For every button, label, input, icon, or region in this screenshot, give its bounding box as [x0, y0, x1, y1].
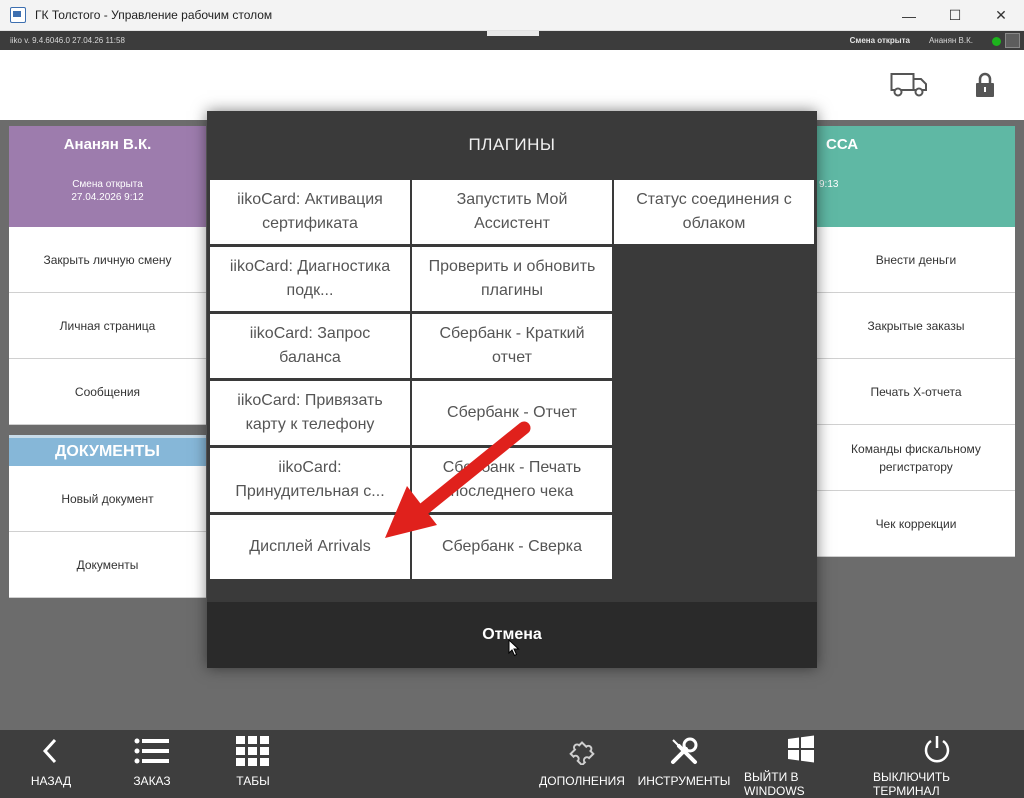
tools-icon: [671, 737, 698, 764]
header: [0, 50, 1024, 120]
puzzle-icon: [569, 741, 595, 765]
app-version: iiko v. 9.4.6046.0 27.04.26 11:58: [10, 36, 125, 45]
plugin-button[interactable]: Сбербанк - Печать последнего чека: [412, 448, 612, 512]
shutdown-label: ВЫКЛЮЧИТЬ ТЕРМИНАЛ: [873, 770, 951, 798]
print-x-report-button[interactable]: Печать X-отчета: [817, 359, 1015, 425]
tools-label: ИНСТРУМЕНТЫ: [637, 774, 731, 788]
close-shift-button[interactable]: Закрыть личную смену: [9, 227, 206, 293]
maximize-button[interactable]: ☐: [932, 0, 978, 31]
addons-label: ДОПОЛНЕНИЯ: [539, 774, 625, 788]
left-column: Ананян В.К. Смена открыта 27.04.2026 9:1…: [9, 126, 206, 598]
fiscal-commands-button[interactable]: Команды фискальному регистратору: [817, 425, 1015, 491]
app-icon: [10, 7, 26, 23]
personal-page-button[interactable]: Личная страница: [9, 293, 206, 359]
user-shift-date: 27.04.2026 9:12: [71, 192, 144, 203]
power-icon: [924, 736, 950, 763]
close-button[interactable]: ✕: [978, 0, 1024, 31]
online-indicator-icon: [992, 37, 1001, 46]
tools-button[interactable]: ИНСТРУМЕНТЫ: [638, 730, 730, 798]
addons-button[interactable]: ДОПОЛНЕНИЯ: [539, 730, 625, 798]
bottom-toolbar: НАЗАД ЗАКАЗ ТАБЫ ДОПОЛНЕНИЯ ИНСТРУМЕНТЫ: [0, 730, 1024, 798]
chevron-left-icon: [42, 738, 57, 764]
exit-windows-label: ВЫЙТИ В WINDOWS: [744, 770, 805, 798]
back-label: НАЗАД: [30, 774, 72, 788]
window-title: ГК Толстого - Управление рабочим столом: [35, 8, 273, 22]
cash-card: ССА 9:13: [817, 126, 1015, 227]
window-titlebar: ГК Толстого - Управление рабочим столом …: [0, 0, 1024, 31]
lock-icon[interactable]: [975, 72, 995, 98]
mouse-cursor-icon: [508, 639, 520, 657]
user-card: Ананян В.К. Смена открыта 27.04.2026 9:1…: [9, 126, 206, 227]
plugin-button[interactable]: Сбербанк - Сверка: [412, 515, 612, 579]
plugin-button[interactable]: Сбербанк - Краткий отчет: [412, 314, 612, 378]
plugin-button[interactable]: iikoCard: Диагностика подк...: [210, 247, 410, 311]
plugin-button[interactable]: iikoCard: Принудительная с...: [210, 448, 410, 512]
order-label: ЗАКАЗ: [133, 774, 171, 788]
list-icon: [134, 738, 169, 764]
plugin-button[interactable]: iikoCard: Запрос баланса: [210, 314, 410, 378]
plugin-button[interactable]: iikoCard: Активация сертификата: [210, 180, 410, 244]
order-button[interactable]: ЗАКАЗ: [128, 730, 176, 798]
plugin-button[interactable]: Запустить Мой Ассистент: [412, 180, 612, 244]
plugin-button[interactable]: Сбербанк - Отчет: [412, 381, 612, 445]
shutdown-button[interactable]: ВЫКЛЮЧИТЬ ТЕРМИНАЛ: [873, 730, 1001, 798]
cash-title: ССА: [826, 136, 859, 153]
tabs-button[interactable]: ТАБЫ: [234, 730, 272, 798]
right-column: ССА 9:13 Внести деньги Закрытые заказы П…: [817, 126, 1015, 557]
deposit-money-button[interactable]: Внести деньги: [817, 227, 1015, 293]
header-notch: [487, 31, 539, 36]
tabs-label: ТАБЫ: [236, 774, 270, 788]
status-strip: iiko v. 9.4.6046.0 27.04.26 11:58 Смена …: [0, 31, 1024, 50]
cancel-button[interactable]: Отмена: [207, 602, 817, 668]
shift-status: Смена открыта: [849, 36, 910, 45]
exit-windows-button[interactable]: ВЫЙТИ В WINDOWS: [744, 730, 858, 798]
closed-orders-button[interactable]: Закрытые заказы: [817, 293, 1015, 359]
messages-button[interactable]: Сообщения: [9, 359, 206, 425]
plugin-button[interactable]: Проверить и обновить плагины: [412, 247, 612, 311]
plugins-dialog: ПЛАГИНЫ iikoCard: Активация сертификата …: [207, 111, 817, 668]
minimize-button[interactable]: —: [886, 0, 932, 31]
delivery-truck-icon[interactable]: [890, 72, 928, 98]
current-user: Ананян В.К.: [928, 36, 973, 45]
plugin-button[interactable]: Статус соединения с облаком: [614, 180, 814, 244]
grid-icon: [236, 736, 269, 766]
back-button[interactable]: НАЗАД: [28, 730, 74, 798]
windows-icon: [788, 735, 814, 763]
new-document-button[interactable]: Новый документ: [9, 466, 206, 532]
user-name: Ананян В.К.: [63, 136, 152, 153]
dialog-title: ПЛАГИНЫ: [468, 135, 556, 154]
documents-button[interactable]: Документы: [9, 532, 206, 598]
plugin-button[interactable]: iikoCard: Привязать карту к телефону: [210, 381, 410, 445]
fullscreen-toggle[interactable]: [1005, 33, 1020, 48]
documents-header: ДОКУМЕНТЫ: [9, 435, 206, 466]
cash-time: 9:13: [819, 179, 839, 190]
user-shift-status: Смена открыта: [72, 179, 143, 190]
correction-check-button[interactable]: Чек коррекции: [817, 491, 1015, 557]
plugin-button-arrivals[interactable]: Дисплей Arrivals: [210, 515, 410, 579]
